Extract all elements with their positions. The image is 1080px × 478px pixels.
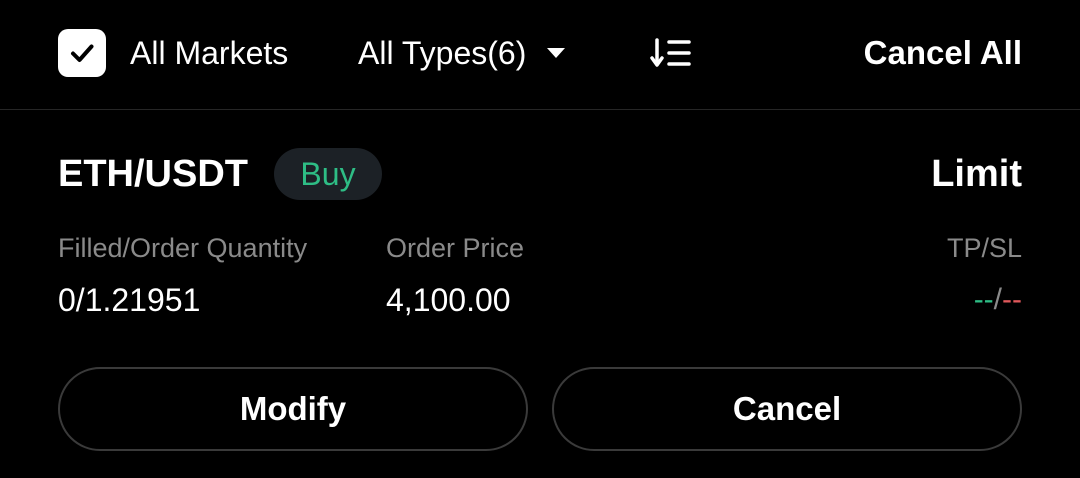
- filled-quantity-label: Filled/Order Quantity: [58, 233, 308, 263]
- tpsl-value: --/--: [974, 281, 1022, 319]
- order-price-label: Order Price: [386, 233, 525, 263]
- order-filter-bar: All Markets All Types(6) Cancel All: [0, 0, 1080, 110]
- take-profit-value: --: [973, 283, 994, 316]
- tpsl-separator: /: [993, 283, 1003, 316]
- order-types-label: All Types(6): [358, 35, 527, 71]
- all-markets-checkbox[interactable]: [58, 29, 106, 77]
- order-side-badge: Buy: [274, 148, 382, 200]
- cancel-button[interactable]: Cancel: [552, 367, 1022, 451]
- check-icon: [71, 44, 94, 62]
- trading-pair: ETH/USDT: [58, 153, 248, 195]
- cancel-all-button[interactable]: Cancel All: [864, 33, 1022, 73]
- tpsl-label: TP/SL: [946, 233, 1022, 263]
- order-price-value: 4,100.00: [386, 282, 511, 318]
- filled-quantity-value: 0/1.21951: [58, 282, 201, 318]
- all-markets-label[interactable]: All Markets: [130, 33, 288, 73]
- order-types-dropdown[interactable]: All Types(6): [358, 33, 566, 73]
- order-type: Limit: [931, 153, 1022, 195]
- stop-loss-value: --: [1002, 283, 1022, 316]
- modify-button[interactable]: Modify: [58, 367, 528, 451]
- caret-down-icon: [546, 46, 566, 60]
- sort-icon[interactable]: [650, 38, 692, 68]
